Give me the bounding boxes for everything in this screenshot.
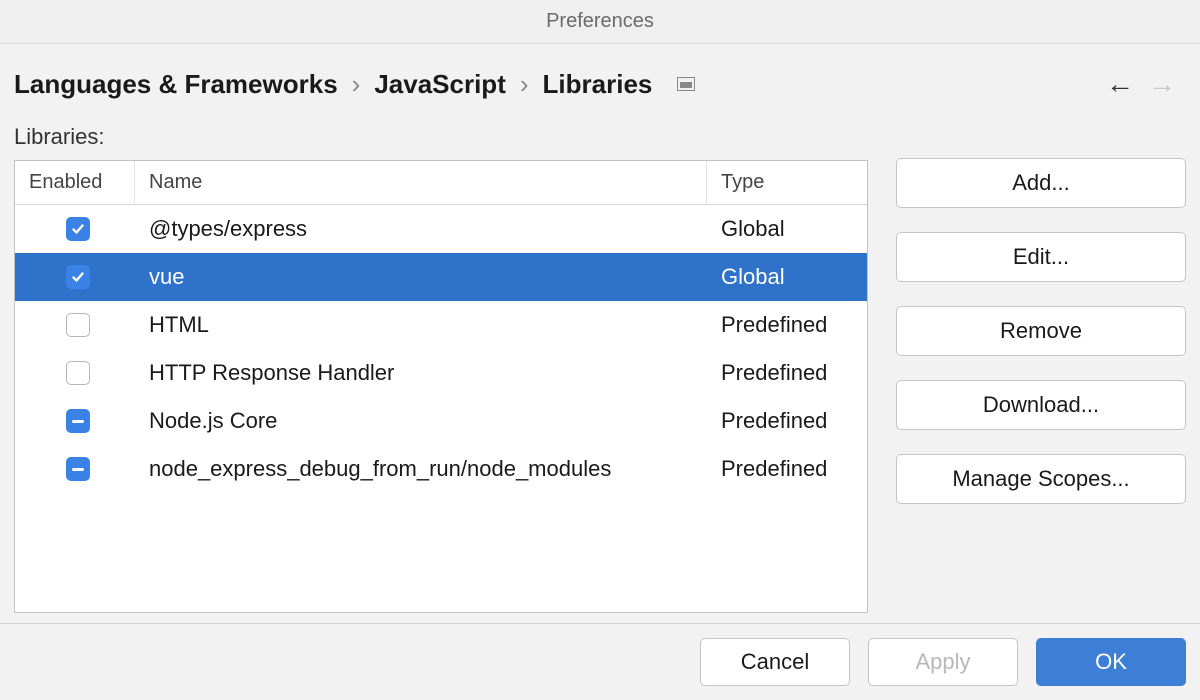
window-indicator-icon <box>676 74 696 94</box>
window-title: Preferences <box>546 10 654 33</box>
chevron-right-icon: › <box>520 69 529 100</box>
manage-scopes-button[interactable]: Manage Scopes... <box>896 454 1186 504</box>
table-row[interactable]: node_express_debug_from_run/node_modules… <box>15 445 867 493</box>
download-button[interactable]: Download... <box>896 380 1186 430</box>
libraries-table: Enabled Name Type @types/expressGlobalvu… <box>14 160 868 613</box>
breadcrumb-item[interactable]: Languages & Frameworks <box>14 69 338 100</box>
cell-name: @types/express <box>135 208 707 250</box>
section-label: Libraries: <box>14 124 868 150</box>
table-row[interactable]: Node.js CorePredefined <box>15 397 867 445</box>
checkbox[interactable] <box>66 409 90 433</box>
table-body: @types/expressGlobalvueGlobalHTMLPredefi… <box>15 205 867 612</box>
nav-arrows: ← → <box>1106 68 1186 100</box>
cell-enabled <box>15 305 135 345</box>
forward-button: → <box>1148 68 1176 100</box>
breadcrumb-item[interactable]: JavaScript <box>374 69 506 100</box>
table-row[interactable]: vueGlobal <box>15 253 867 301</box>
checkbox[interactable] <box>66 457 90 481</box>
col-header-enabled[interactable]: Enabled <box>15 161 135 204</box>
breadcrumb-item[interactable]: Libraries <box>543 69 653 100</box>
add-button[interactable]: Add... <box>896 158 1186 208</box>
col-header-name[interactable]: Name <box>135 161 707 204</box>
cancel-button[interactable]: Cancel <box>700 638 850 686</box>
header: Languages & Frameworks › JavaScript › Li… <box>0 44 1200 118</box>
cell-name: Node.js Core <box>135 400 707 442</box>
breadcrumb: Languages & Frameworks › JavaScript › Li… <box>14 69 696 100</box>
sidebar-actions: Add... Edit... Remove Download... Manage… <box>896 118 1186 613</box>
cell-type: Predefined <box>707 448 867 490</box>
cell-name: HTTP Response Handler <box>135 352 707 394</box>
cell-name: vue <box>135 256 707 298</box>
cell-type: Global <box>707 208 867 250</box>
cell-type: Predefined <box>707 304 867 346</box>
checkbox[interactable] <box>66 265 90 289</box>
window-titlebar: Preferences <box>0 0 1200 44</box>
remove-button[interactable]: Remove <box>896 306 1186 356</box>
cell-name: node_express_debug_from_run/node_modules <box>135 448 707 490</box>
checkbox[interactable] <box>66 361 90 385</box>
footer: Cancel Apply OK <box>0 623 1200 700</box>
cell-enabled <box>15 209 135 249</box>
cell-enabled <box>15 401 135 441</box>
table-row[interactable]: @types/expressGlobal <box>15 205 867 253</box>
left-col: Libraries: Enabled Name Type @types/expr… <box>14 118 868 613</box>
cell-name: HTML <box>135 304 707 346</box>
checkbox[interactable] <box>66 313 90 337</box>
table-row[interactable]: HTTP Response HandlerPredefined <box>15 349 867 397</box>
cell-type: Predefined <box>707 352 867 394</box>
preferences-window: Preferences Languages & Frameworks › Jav… <box>0 0 1200 700</box>
cell-type: Predefined <box>707 400 867 442</box>
edit-button[interactable]: Edit... <box>896 232 1186 282</box>
table-row[interactable]: HTMLPredefined <box>15 301 867 349</box>
cell-enabled <box>15 257 135 297</box>
cell-type: Global <box>707 256 867 298</box>
apply-button: Apply <box>868 638 1018 686</box>
col-header-type[interactable]: Type <box>707 161 867 204</box>
cell-enabled <box>15 353 135 393</box>
ok-button[interactable]: OK <box>1036 638 1186 686</box>
checkbox[interactable] <box>66 217 90 241</box>
back-button[interactable]: ← <box>1106 68 1134 100</box>
chevron-right-icon: › <box>352 69 361 100</box>
cell-enabled <box>15 449 135 489</box>
content: Libraries: Enabled Name Type @types/expr… <box>0 118 1200 623</box>
table-header: Enabled Name Type <box>15 161 867 205</box>
